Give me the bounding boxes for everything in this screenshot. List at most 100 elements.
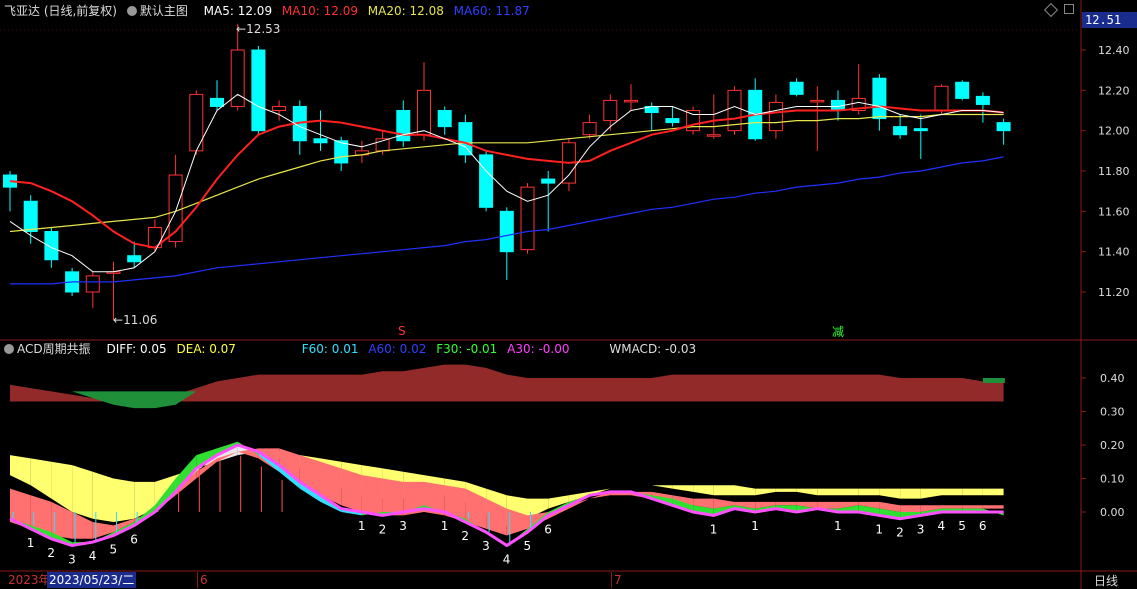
indicator-tick-label: 0.40 — [1100, 372, 1125, 385]
month-6-label: 6 — [197, 572, 208, 588]
diff-dea-band — [817, 488, 838, 496]
f60-a60-band — [361, 475, 383, 516]
cycle-number-label: 6 — [130, 532, 138, 546]
year-label: 2023年 — [8, 573, 51, 587]
diff-dea-band — [651, 485, 673, 489]
candle-body — [44, 231, 59, 261]
cycle-number-label: 6 — [544, 522, 552, 536]
indicator-tick-label: 0.20 — [1100, 439, 1125, 452]
cycle-number-label: 1 — [875, 522, 883, 536]
candle-body — [272, 105, 287, 112]
wmacd-label: WMACD: -0.03 — [609, 342, 697, 356]
diff-dea-band — [920, 488, 942, 499]
cycle-number-label: 1 — [751, 519, 759, 533]
candle-body — [934, 85, 949, 112]
candle-body — [479, 154, 494, 208]
price-tick-label: 11.20 — [1098, 286, 1130, 299]
indicator-tick-label: 0.10 — [1100, 473, 1125, 486]
candle-body — [624, 99, 638, 103]
cycle-number-label: 1 — [834, 519, 842, 533]
dropdown-circle-icon[interactable] — [4, 344, 14, 354]
cycle-number-label: 5 — [958, 519, 966, 533]
acd-indicator-plot: 12 3 4 561 2 3 123456 1 1 1 1 2 3 4 5 6 — [9, 364, 1005, 567]
candle-body — [85, 275, 100, 293]
candle-body — [913, 128, 928, 132]
diff-dea-band — [72, 465, 93, 519]
candle-body — [251, 49, 266, 132]
price-tick-label: 12.40 — [1098, 44, 1130, 57]
cycle-number-label: 1 — [27, 536, 35, 550]
cycle-number-label: 2 — [47, 546, 55, 560]
price-tick-label: 11.60 — [1098, 205, 1130, 218]
sell-marker: S — [398, 324, 406, 338]
f60-a60-band — [775, 501, 797, 506]
candle-body — [499, 210, 514, 253]
cursor-date[interactable]: 2023/05/23/二 — [47, 572, 137, 588]
candle-body — [458, 122, 473, 156]
dea-label: DEA: 0.07 — [176, 342, 236, 356]
period-label[interactable]: 日线 — [1094, 572, 1118, 589]
f60-a60-band — [382, 478, 404, 516]
a30-label: A30: -0.00 — [507, 342, 570, 356]
f60-label: F60: 0.01 — [301, 342, 359, 356]
candle-body — [541, 178, 556, 184]
date-bar: 2023年 2023/05/23/二 6 7 — [0, 572, 1081, 589]
f60-a60-band — [982, 505, 1004, 509]
reduce-marker: 减 — [832, 325, 845, 339]
diff-dea-band — [755, 488, 776, 496]
candle-body — [437, 110, 452, 128]
candle-body — [417, 89, 431, 136]
cycle-number-label: 2 — [896, 526, 904, 540]
cycle-number-label: 1 — [441, 519, 449, 533]
cycle-number-label: 5 — [524, 539, 532, 553]
candle-body — [313, 138, 328, 144]
diff-dea-band — [858, 488, 880, 496]
diff-dea-band — [10, 455, 31, 486]
diff-dea-band — [610, 485, 631, 489]
month-7-label: 7 — [611, 572, 622, 588]
wmacd-negative-tail — [982, 378, 1005, 383]
candle-body — [810, 99, 825, 103]
cycle-number-label: 3 — [482, 539, 490, 553]
diff-dea-band — [900, 488, 921, 499]
price-tick-label: 12.00 — [1098, 125, 1130, 138]
candle-body — [706, 134, 721, 137]
cycle-number-label: 1 — [358, 519, 366, 533]
candle-body — [127, 255, 142, 263]
diff-dea-band — [941, 488, 963, 496]
cycle-number-label: 2 — [461, 529, 469, 543]
f60-a60-band — [941, 505, 963, 509]
diff-dea-band — [734, 485, 756, 496]
diff-dea-band — [796, 488, 818, 496]
candle-body — [582, 122, 597, 136]
indicator-dropdown[interactable]: ACD周期共振 — [4, 342, 97, 356]
cycle-number-label: 2 — [379, 522, 387, 536]
price-axis: 12.40 12.20 12.00 11.80 11.60 11.40 11.20 0.40 0… — [1081, 44, 1130, 519]
indicator-tick-label: 0.00 — [1100, 506, 1125, 519]
diff-dea-band — [713, 485, 735, 496]
diff-dea-band — [982, 488, 1004, 496]
candle-body — [210, 97, 224, 107]
indicator-tick-label: 0.30 — [1100, 406, 1125, 419]
candle-body — [975, 95, 990, 105]
f60-a60-band — [900, 505, 921, 512]
cycle-number-label: 4 — [938, 519, 946, 533]
price-tick-label: 12.20 — [1098, 84, 1130, 97]
main-price-plot — [3, 23, 1011, 321]
candle-body — [955, 81, 970, 99]
low-annotation: ←11.06 — [113, 313, 158, 327]
diff-dea-band — [30, 458, 52, 499]
f60-a60-band — [341, 468, 362, 512]
cycle-number-label: 5 — [110, 542, 118, 556]
cycle-number-label: 3 — [917, 522, 925, 536]
diff-dea-band — [962, 488, 983, 496]
candle-body — [603, 99, 618, 122]
candle-body — [893, 126, 908, 136]
chart-canvas[interactable]: 12 3 4 561 2 3 123456 1 1 1 1 2 3 4 5 6 12.4012.2012.00… — [0, 0, 1137, 589]
candle-body — [789, 81, 804, 95]
diff-dea-band — [672, 485, 694, 492]
f30-label: F30: -0.01 — [436, 342, 498, 356]
cycle-number-label: 4 — [89, 549, 97, 563]
diff-label: DIFF: 0.05 — [106, 342, 167, 356]
candle-body — [768, 101, 783, 132]
